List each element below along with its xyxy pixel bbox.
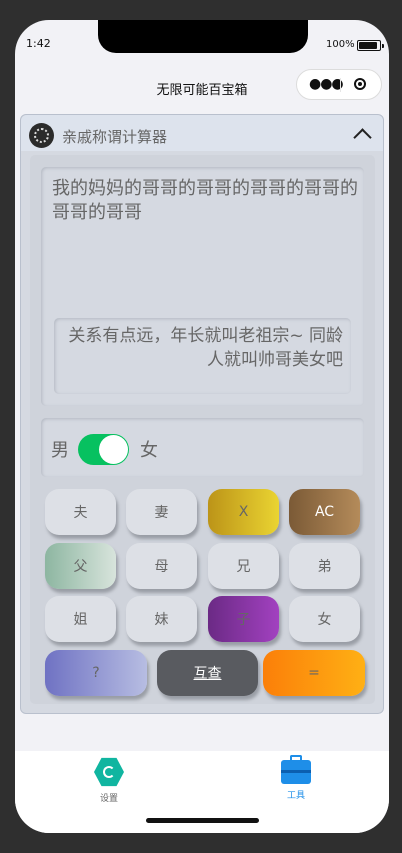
gender-male-label: 男 <box>51 440 69 461</box>
key-mother[interactable]: 母 <box>126 543 197 589</box>
key-son[interactable]: 子 <box>208 596 279 642</box>
battery-icon <box>357 40 384 51</box>
key-husband[interactable]: 夫 <box>45 489 116 535</box>
gender-row: 男 女 <box>41 418 364 477</box>
tab-settings[interactable]: 设置 <box>79 757 139 804</box>
input-display: 我的妈妈的哥哥的哥哥的哥哥的哥哥的哥哥的哥哥 关系有点远，年长就叫老祖宗~ 同龄… <box>41 167 364 406</box>
tab-settings-label: 设置 <box>99 794 118 804</box>
more-icon[interactable]: ●●● <box>309 77 344 91</box>
capsule-divider <box>340 78 341 92</box>
close-target-icon[interactable] <box>354 78 366 90</box>
key-younger-brother[interactable]: 弟 <box>289 543 360 589</box>
result-text: 关系有点远，年长就叫老祖宗~ 同龄人就叫帅哥美女吧 <box>68 326 343 370</box>
notch <box>98 20 308 53</box>
toggle-knob <box>99 435 128 464</box>
key-younger-sister[interactable]: 妹 <box>126 596 197 642</box>
key-question[interactable]: ? <box>45 650 147 696</box>
gender-female-label: 女 <box>140 440 158 461</box>
mini-program-capsule: ●●● <box>296 69 382 100</box>
relation-input-text: 我的妈妈的哥哥的哥哥的哥哥的哥哥的哥哥的哥哥 <box>52 178 358 223</box>
phone-screen: 1:42 100% 无限可能百宝箱 ●●● 亲戚称谓计算器 我的妈妈的哥哥的哥哥… <box>15 20 389 833</box>
key-wife[interactable]: 妻 <box>126 489 197 535</box>
key-clear[interactable]: AC <box>289 489 360 535</box>
toolbox-icon <box>281 755 311 784</box>
home-indicator <box>146 818 259 823</box>
gender-toggle[interactable] <box>78 434 129 465</box>
tab-tools-label: 工具 <box>286 791 305 801</box>
key-elder-sister[interactable]: 姐 <box>45 596 116 642</box>
tab-tools[interactable]: 工具 <box>266 755 326 801</box>
key-mutual-lookup[interactable]: 互查 <box>157 650 258 696</box>
key-backspace[interactable]: X <box>208 489 279 535</box>
key-daughter[interactable]: 女 <box>289 596 360 642</box>
key-equals[interactable]: = <box>263 650 365 696</box>
battery-percent: 100% <box>326 39 355 50</box>
chevron-up-icon[interactable] <box>353 128 372 147</box>
result-box: 关系有点远，年长就叫老祖宗~ 同龄人就叫帅哥美女吧 <box>54 318 351 394</box>
calculator-logo-icon <box>29 123 54 148</box>
calculator-body: 我的妈妈的哥哥的哥哥的哥哥的哥哥的哥哥的哥哥 关系有点远，年长就叫老祖宗~ 同龄… <box>30 155 375 704</box>
settings-hex-icon <box>94 757 124 787</box>
calculator-card: 亲戚称谓计算器 我的妈妈的哥哥的哥哥的哥哥的哥哥的哥哥的哥哥 关系有点远，年长就… <box>20 114 384 714</box>
card-header[interactable]: 亲戚称谓计算器 <box>21 115 383 151</box>
key-father[interactable]: 父 <box>45 543 116 589</box>
key-elder-brother[interactable]: 兄 <box>208 543 279 589</box>
status-time: 1:42 <box>26 37 51 50</box>
card-title: 亲戚称谓计算器 <box>62 128 168 146</box>
mutual-lookup-label: 互查 <box>193 666 222 682</box>
